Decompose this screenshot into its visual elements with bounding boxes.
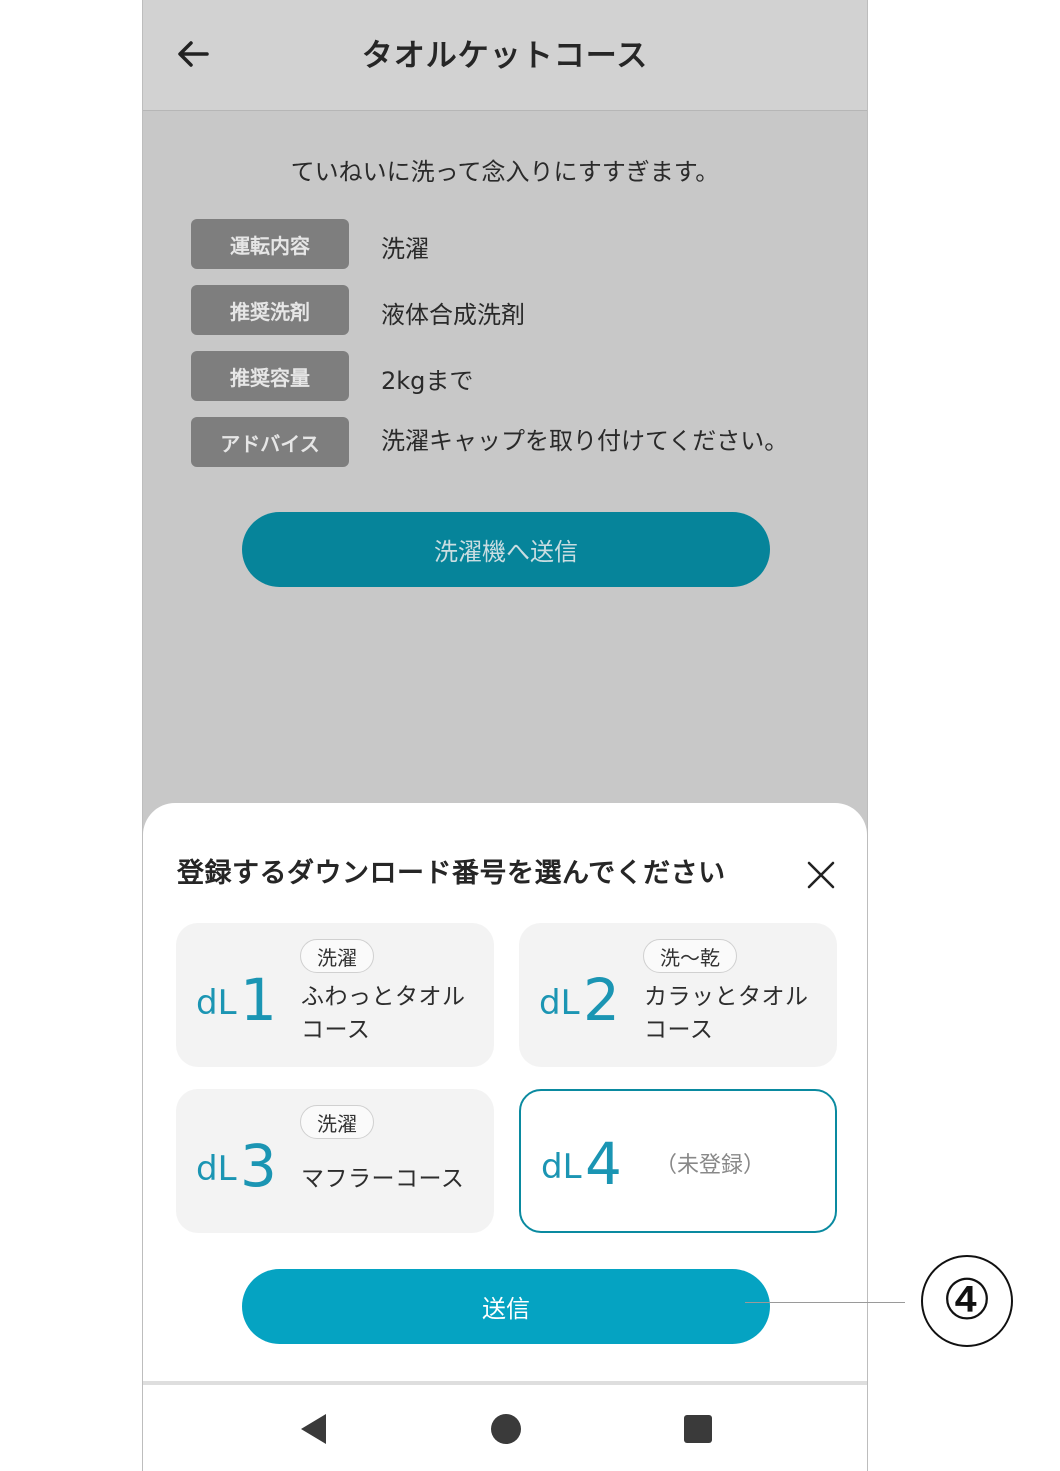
callout-marker: ④ bbox=[921, 1255, 1013, 1347]
nav-home-icon[interactable] bbox=[486, 1409, 526, 1449]
nav-back-icon[interactable] bbox=[293, 1409, 333, 1449]
info-tag: 推奨洗剤 bbox=[191, 285, 349, 335]
send-button[interactable]: 送信 bbox=[242, 1269, 770, 1344]
info-tag: 推奨容量 bbox=[191, 351, 349, 401]
slot-card-dl3[interactable]: dL 3 洗濯 マフラーコース bbox=[176, 1089, 494, 1233]
slot-number: 2 bbox=[583, 966, 620, 1034]
slot-card-dl4[interactable]: dL 4 （未登録） bbox=[519, 1089, 837, 1233]
slot-type-badge: 洗濯 bbox=[300, 1105, 374, 1139]
page-title: タオルケットコース bbox=[361, 38, 649, 74]
slot-number: 4 bbox=[585, 1130, 622, 1198]
slot-course-name: マフラーコース bbox=[301, 1166, 465, 1192]
info-value: 洗濯 bbox=[381, 235, 429, 263]
info-tag: アドバイス bbox=[191, 417, 349, 467]
slot-prefix: dL bbox=[539, 983, 580, 1023]
info-tag: 運転内容 bbox=[191, 219, 349, 269]
nav-recents-icon[interactable] bbox=[678, 1409, 718, 1449]
sheet-title: 登録するダウンロード番号を選んでください bbox=[177, 858, 726, 889]
app-header: タオルケットコース bbox=[143, 0, 867, 111]
slot-card-dl1[interactable]: dL 1 洗濯 ふわっとタオル コース bbox=[176, 923, 494, 1067]
slot-course-name: ふわっとタオル コース bbox=[301, 984, 466, 1043]
callout-leader-line bbox=[745, 1302, 905, 1303]
slot-prefix: dL bbox=[541, 1147, 582, 1187]
slot-prefix: dL bbox=[196, 1149, 237, 1189]
download-slot-sheet: 登録するダウンロード番号を選んでください dL 1 洗濯 ふわっとタオル コース… bbox=[143, 803, 867, 1381]
slot-number: 1 bbox=[240, 966, 277, 1034]
slot-number: 3 bbox=[240, 1132, 277, 1200]
course-description: ていねいに洗って念入りにすすぎます。 bbox=[290, 158, 720, 186]
slot-card-dl2[interactable]: dL 2 洗～乾 カラッとタオル コース bbox=[519, 923, 837, 1067]
system-navigation-bar bbox=[143, 1381, 867, 1471]
slot-type-badge: 洗濯 bbox=[300, 939, 374, 973]
phone-screen: タオルケットコース ていねいに洗って念入りにすすぎます。 運転内容 洗濯 推奨洗… bbox=[142, 0, 868, 1471]
send-to-machine-button[interactable]: 洗濯機へ送信 bbox=[242, 512, 770, 587]
info-value: 液体合成洗剤 bbox=[381, 301, 525, 329]
slot-prefix: dL bbox=[196, 983, 237, 1023]
slot-course-name: カラッとタオル コース bbox=[644, 984, 809, 1043]
info-value: 洗濯キャップを取り付けてください。 bbox=[381, 427, 789, 455]
slot-unregistered-label: （未登録） bbox=[655, 1153, 766, 1178]
slot-type-badge: 洗～乾 bbox=[643, 939, 737, 973]
info-value: 2kgまで bbox=[381, 367, 474, 395]
close-icon[interactable] bbox=[805, 859, 837, 891]
